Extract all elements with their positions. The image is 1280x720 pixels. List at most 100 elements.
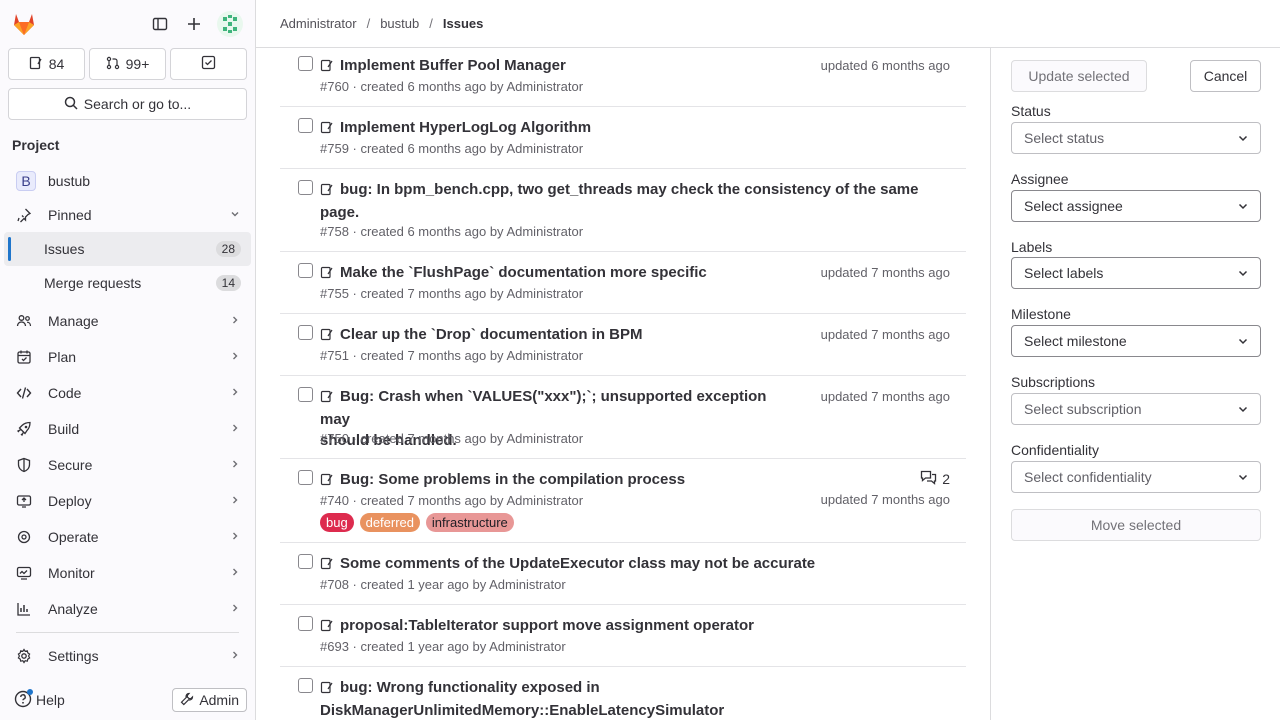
breadcrumb-separator: / (366, 16, 371, 31)
chevron-right-icon (229, 493, 241, 509)
label-infrastructure[interactable]: infrastructure (425, 513, 514, 532)
status-select[interactable]: Select status (1011, 122, 1261, 154)
issue-title[interactable]: Clear up the `Drop` documentation in BPM (340, 326, 643, 343)
issue-title[interactable]: bug: In bpm_bench.cpp, two get_threads m… (340, 181, 918, 198)
avatar[interactable] (217, 11, 243, 37)
issue-checkbox[interactable] (298, 118, 313, 133)
admin-button[interactable]: Admin (172, 688, 247, 712)
chevron-down-icon (1236, 266, 1250, 283)
issue-checkbox[interactable] (298, 554, 313, 569)
issue-title[interactable]: Bug: Crash when `VALUES("xxx");`; unsupp… (320, 388, 766, 428)
comments-icon (920, 469, 937, 488)
move-selected-button[interactable]: Move selected (1011, 509, 1261, 541)
sidebar-item-label: Manage (48, 313, 99, 329)
issue-title[interactable]: Make the `FlushPage` documentation more … (340, 264, 707, 281)
cancel-button[interactable]: Cancel (1190, 60, 1261, 92)
sidebar-item-analyze[interactable]: Analyze (4, 592, 251, 626)
issue-labels: bug deferred infrastructure (320, 513, 516, 532)
notification-dot (27, 688, 33, 695)
chevron-right-icon (229, 349, 241, 365)
select-placeholder: Select subscription (1024, 401, 1142, 417)
issue-meta: #708 · created 1 year ago by Administrat… (320, 577, 566, 592)
sidebar-item-code[interactable]: Code (4, 376, 251, 410)
pinned-label: Pinned (48, 207, 92, 223)
sidebar-toggle-icon[interactable] (149, 10, 171, 38)
search-button[interactable]: Search or go to... (8, 88, 247, 120)
users-icon (16, 313, 36, 329)
list-item: Bug: Some problems in the compilation pr… (280, 459, 966, 543)
issue-checkbox[interactable] (298, 678, 313, 693)
issue-title-continued[interactable]: page. (320, 204, 359, 221)
milestone-select[interactable]: Select milestone (1011, 325, 1261, 357)
comments-number: 2 (942, 470, 950, 487)
confidentiality-select[interactable]: Select confidentiality (1011, 461, 1261, 493)
list-item: bug: In bpm_bench.cpp, two get_threads m… (280, 169, 966, 252)
sidebar-item-monitor[interactable]: Monitor (4, 556, 251, 590)
plus-icon[interactable] (183, 10, 205, 38)
issue-checkbox[interactable] (298, 180, 313, 195)
issue-title[interactable]: Some comments of the UpdateExecutor clas… (340, 555, 815, 572)
subscription-select[interactable]: Select subscription (1011, 393, 1261, 425)
issue-title[interactable]: bug: Wrong functionality exposed in (340, 679, 600, 696)
issue-title[interactable]: proposal:TableIterator support move assi… (340, 617, 754, 634)
project-link[interactable]: B bustub (4, 164, 251, 198)
issue-title[interactable]: Implement HyperLogLog Algorithm (340, 119, 591, 136)
issue-checkbox[interactable] (298, 263, 313, 278)
todo-icon (201, 55, 216, 73)
sidebar-item-plan[interactable]: Plan (4, 340, 251, 374)
merge-requests-count-button[interactable]: 99+ (89, 48, 166, 80)
issue-title[interactable]: Implement Buffer Pool Manager (340, 57, 566, 74)
gear-icon (16, 648, 36, 664)
select-placeholder: Select confidentiality (1024, 469, 1152, 485)
issue-type-icon (320, 326, 334, 347)
sidebar-item-settings[interactable]: Settings (4, 639, 251, 673)
breadcrumb: Administrator / bustub / Issues (256, 0, 1280, 48)
issue-type-icon (320, 679, 334, 700)
sidebar-item-secure[interactable]: Secure (4, 448, 251, 482)
issues-count-button[interactable]: 84 (8, 48, 85, 80)
chevron-right-icon (229, 565, 241, 581)
comments-count[interactable]: 2 (920, 469, 950, 488)
gitlab-logo-icon[interactable] (10, 10, 38, 38)
label-deferred[interactable]: deferred (359, 513, 421, 532)
list-item: Implement Buffer Pool Manager #760 · cre… (280, 48, 966, 107)
chevron-right-icon (229, 601, 241, 617)
label-bug[interactable]: bug (320, 513, 354, 532)
issue-meta: #750 · created 7 months ago by Administr… (320, 431, 584, 446)
todos-button[interactable] (170, 48, 247, 80)
breadcrumb-item[interactable]: Administrator (280, 16, 357, 31)
issue-checkbox[interactable] (298, 470, 313, 485)
chevron-right-icon (229, 529, 241, 545)
breadcrumb-current[interactable]: Issues (443, 16, 483, 31)
help-button[interactable]: Help (14, 688, 65, 711)
sidebar-item-build[interactable]: Build (4, 412, 251, 446)
update-selected-button[interactable]: Update selected (1011, 60, 1147, 92)
breadcrumb-item[interactable]: bustub (380, 16, 419, 31)
subscriptions-label: Subscriptions (1011, 374, 1096, 390)
assignee-label: Assignee (1011, 171, 1069, 187)
assignee-select[interactable]: Select assignee (1011, 190, 1261, 222)
sidebar-item-operate[interactable]: Operate (4, 520, 251, 554)
pinned-section-toggle[interactable]: Pinned (4, 198, 251, 232)
labels-select[interactable]: Select labels (1011, 257, 1261, 289)
sidebar-footer: Help Admin (0, 680, 255, 720)
issue-checkbox[interactable] (298, 616, 313, 631)
list-item: Some comments of the UpdateExecutor clas… (280, 543, 966, 605)
merge-requests-count: 99+ (125, 56, 150, 72)
sidebar-item-manage[interactable]: Manage (4, 304, 251, 338)
issue-checkbox[interactable] (298, 387, 313, 402)
sidebar-item-label: Code (48, 385, 82, 401)
sidebar-item-issues[interactable]: Issues 28 (4, 232, 251, 266)
sidebar-item-merge-requests[interactable]: Merge requests 14 (4, 266, 251, 300)
issue-meta: #758 · created 6 months ago by Administr… (320, 224, 584, 239)
issue-title[interactable]: Bug: Some problems in the compilation pr… (340, 471, 685, 488)
issue-checkbox[interactable] (298, 325, 313, 340)
chevron-right-icon (229, 457, 241, 473)
issue-checkbox[interactable] (298, 56, 313, 71)
issue-title-continued[interactable]: DiskManagerUnlimitedMemory::EnableLatenc… (320, 702, 724, 719)
issue-updated: updated 7 months ago (820, 265, 950, 280)
sidebar-divider (16, 632, 239, 633)
sidebar-item-deploy[interactable]: Deploy (4, 484, 251, 518)
section-title: Project (12, 137, 60, 153)
labels-label: Labels (1011, 239, 1053, 255)
